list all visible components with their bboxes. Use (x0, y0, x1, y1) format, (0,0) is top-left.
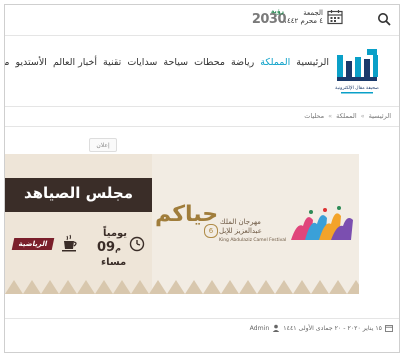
breadcrumb: الرئيسية » المملكة » محليات (304, 112, 391, 120)
vision-logo-small: رؤية (270, 8, 285, 15)
user-icon (273, 324, 280, 332)
date-display: الجمعة ٤ محرم ١٤٤٢ (283, 9, 343, 25)
calendar-small-icon (385, 325, 393, 332)
festival-line1: مهرجان الملك (219, 218, 261, 226)
calendar-icon (327, 10, 343, 25)
post-date: ١٥ يناير ٢٠٢٠ - ٢٠ جمادى الأولى ١٤٤١ (283, 324, 382, 332)
post-author[interactable]: Admin (250, 325, 270, 332)
coffee-cup-icon (62, 234, 77, 252)
search-icon[interactable] (377, 12, 391, 26)
breadcrumb-kingdom[interactable]: المملكة (336, 112, 357, 120)
ad-time-unit: م (115, 244, 121, 253)
nav-item-tech[interactable]: تقنية (103, 57, 121, 68)
nav-item-kingdom[interactable]: المملكة (260, 57, 290, 68)
divider (5, 35, 399, 36)
date-hijri: ٤ محرم ١٤٤٢ (283, 17, 323, 25)
divider (5, 106, 399, 107)
clock-icon (129, 236, 145, 252)
nav-item-studio[interactable]: الأستديو (16, 57, 47, 68)
ad-label: إعلان (89, 138, 117, 152)
nav-item-articles[interactable]: مق (5, 57, 10, 68)
ad-time: 09م (97, 240, 121, 255)
ad-days: يومياً (103, 228, 128, 239)
nav-item-stations[interactable]: محطات (194, 57, 225, 68)
breadcrumb-home[interactable]: الرئيسية (369, 112, 391, 120)
divider (5, 126, 399, 127)
festival-english: King Abdulaziz Camel Festival (219, 238, 287, 243)
ad-banner[interactable]: مجلس الصياهد يومياً 09م مساء الرياضية حي… (5, 154, 359, 294)
nav-item-home[interactable]: الرئيسية (296, 57, 329, 68)
breadcrumb-local[interactable]: محليات (304, 112, 324, 120)
nav-item-tourism[interactable]: سياحة (163, 57, 188, 68)
ad-left-panel (5, 154, 152, 294)
nav-item-sadayat[interactable]: سدايات (127, 57, 157, 68)
ad-decorative-pattern (5, 280, 359, 294)
festival-number: 6 (204, 224, 218, 238)
nav-item-sports[interactable]: رياضة (231, 57, 254, 68)
divider (5, 318, 399, 319)
site-logo[interactable]: صحيفة مقال الإلكترونية (333, 47, 381, 97)
nav-item-world-news[interactable]: أخبار العالم (53, 57, 97, 68)
date-day: الجمعة (303, 9, 323, 17)
breadcrumb-separator: » (328, 112, 333, 120)
festival-title: مهرجان الملك عبدالعزيز للإبل (219, 218, 262, 236)
ad-title-box: مجلس الصياهد (5, 178, 152, 212)
top-bar: الجمعة ٤ محرم ١٤٤٢ رؤية 2030 (5, 5, 399, 33)
ad-title: مجلس الصياهد (23, 184, 134, 202)
vision-2030-logo: رؤية 2030 (252, 8, 287, 27)
sports-badge: الرياضية (11, 238, 55, 250)
logo-caption: صحيفة مقال الإلكترونية (335, 85, 379, 91)
camel-riders-illustration (291, 206, 353, 240)
page-frame: الجمعة ٤ محرم ١٤٤٢ رؤية 2030 صحيفة مقال … (4, 4, 400, 353)
main-nav: الرئيسية المملكة رياضة محطات سياحة سدايا… (5, 57, 329, 68)
ad-evening: مساء (101, 257, 127, 268)
post-meta: ١٥ يناير ٢٠٢٠ - ٢٠ جمادى الأولى ١٤٤١ Adm… (250, 324, 393, 332)
breadcrumb-separator: » (360, 112, 365, 120)
festival-line2: عبدالعزيز للإبل (219, 227, 262, 235)
ad-time-hour: 09 (97, 240, 116, 255)
